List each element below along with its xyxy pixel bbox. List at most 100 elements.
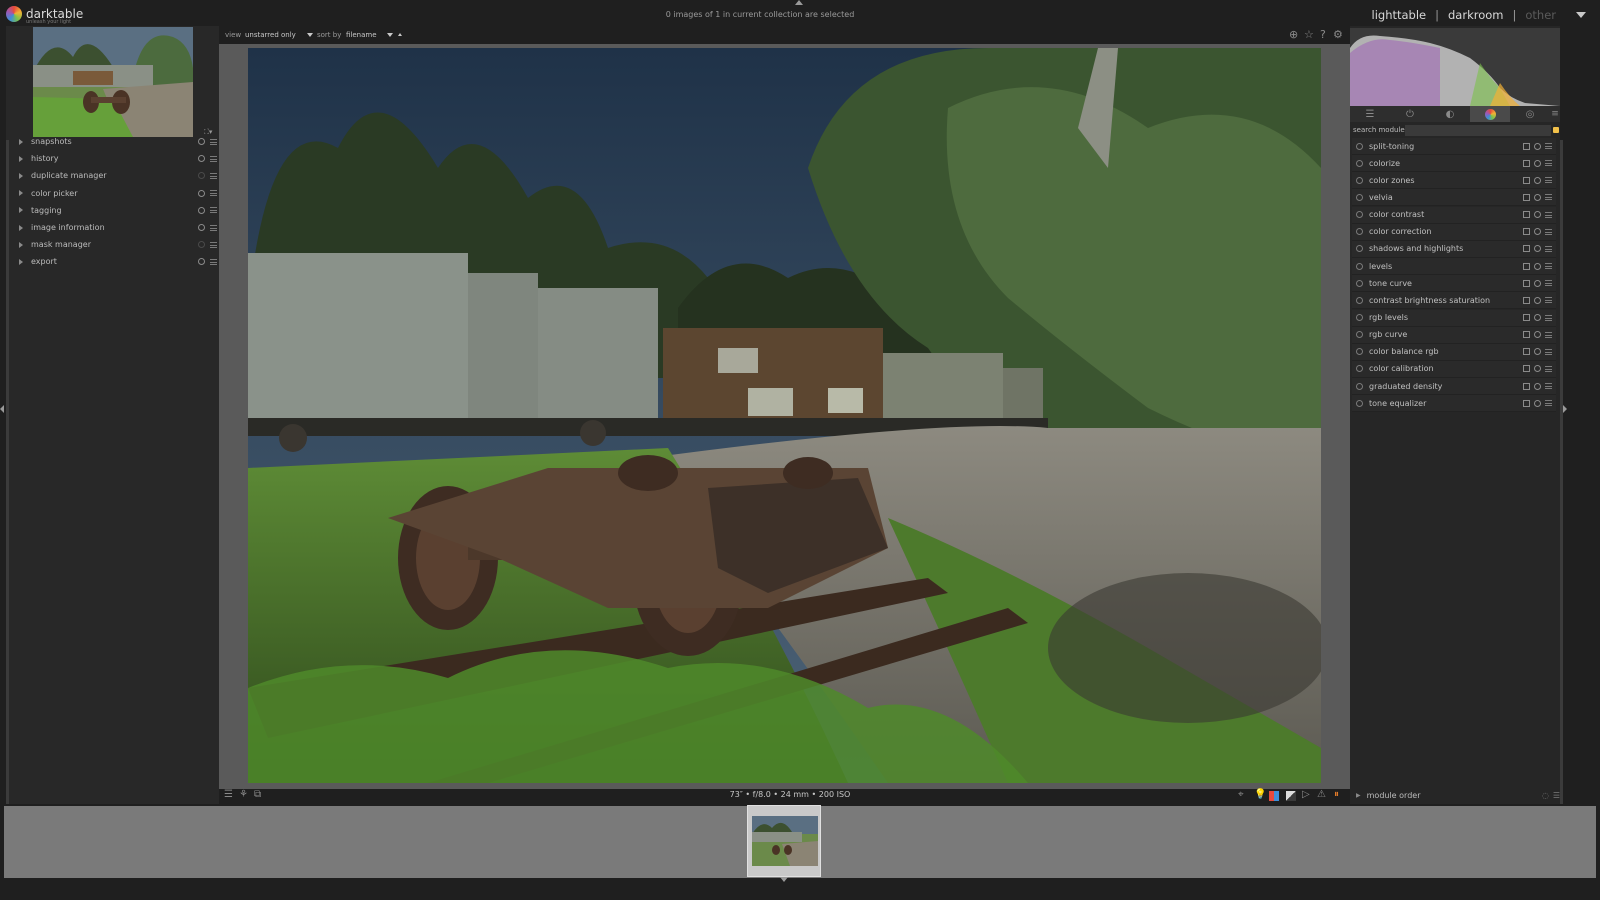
reset-icon[interactable]	[1534, 296, 1541, 304]
left-module-color-picker[interactable]: color picker	[14, 185, 219, 202]
left-module-image-information[interactable]: image information	[14, 219, 219, 236]
presets-icon[interactable]	[1545, 314, 1552, 321]
multi-instance-icon[interactable]	[1523, 314, 1530, 321]
power-icon[interactable]	[1356, 348, 1363, 356]
reset-icon[interactable]	[1534, 245, 1541, 253]
collapse-filmstrip-icon[interactable]	[780, 877, 788, 882]
reset-icon[interactable]	[198, 172, 205, 180]
multi-instance-icon[interactable]	[1523, 142, 1530, 150]
power-icon[interactable]	[1356, 314, 1363, 321]
left-module-duplicate-manager[interactable]: duplicate manager	[14, 167, 219, 184]
reset-icon[interactable]	[1534, 399, 1541, 407]
multi-instance-icon[interactable]	[1523, 262, 1530, 270]
collapse-top-panel-icon[interactable]	[795, 0, 803, 5]
multi-instance-icon[interactable]	[1523, 279, 1530, 287]
sort-by-dropdown[interactable]: filename	[346, 31, 377, 39]
presets-icon[interactable]	[1545, 245, 1552, 252]
power-icon[interactable]	[1356, 159, 1363, 167]
module-color-balance-rgb[interactable]: color balance rgb	[1352, 343, 1556, 361]
multi-instance-icon[interactable]	[1523, 399, 1530, 407]
multi-instance-icon[interactable]	[1523, 211, 1530, 219]
module-tone-curve[interactable]: tone curve	[1352, 275, 1556, 293]
reset-icon[interactable]	[1534, 228, 1541, 236]
power-icon[interactable]	[1356, 262, 1363, 270]
left-module-export[interactable]: export	[14, 253, 219, 270]
tab-effects[interactable]: ◎	[1510, 106, 1550, 122]
reset-icon[interactable]	[198, 189, 205, 197]
multi-instance-icon[interactable]	[1523, 348, 1530, 356]
left-module-history[interactable]: history	[14, 150, 219, 167]
reset-icon[interactable]	[1534, 193, 1541, 201]
presets-icon[interactable]	[1545, 297, 1552, 304]
presets-icon[interactable]	[1545, 331, 1552, 338]
left-panel-scrollbar[interactable]	[6, 140, 9, 818]
reset-icon[interactable]: ◌	[1542, 791, 1549, 800]
clear-search-icon[interactable]	[1553, 127, 1559, 133]
chevron-down-icon[interactable]	[387, 33, 393, 37]
module-color-contrast[interactable]: color contrast	[1352, 206, 1556, 224]
multi-instance-icon[interactable]	[1523, 228, 1530, 236]
gear-icon[interactable]: ⚙	[1333, 28, 1343, 41]
presets-icon[interactable]	[1545, 160, 1552, 167]
presets-icon[interactable]	[1545, 348, 1552, 355]
power-icon[interactable]	[1356, 176, 1363, 184]
reset-icon[interactable]	[1534, 176, 1541, 184]
module-shadows-and-highlights[interactable]: shadows and highlights	[1352, 240, 1556, 258]
presets-icon[interactable]	[1545, 143, 1552, 149]
left-module-mask-manager[interactable]: mask manager	[14, 236, 219, 253]
left-module-snapshots[interactable]: snapshots	[14, 133, 219, 150]
power-icon[interactable]	[1356, 142, 1363, 150]
tab-presets[interactable]: ≡	[1550, 106, 1560, 122]
chevron-down-icon[interactable]	[307, 33, 313, 37]
module-velvia[interactable]: velvia	[1352, 189, 1556, 207]
reset-icon[interactable]	[1534, 348, 1541, 356]
presets-icon[interactable]	[1545, 280, 1552, 287]
presets-icon[interactable]	[210, 190, 217, 197]
multi-instance-icon[interactable]	[1523, 193, 1530, 201]
gamut-check-icon[interactable]: ▷	[1302, 789, 1312, 800]
reset-icon[interactable]	[1534, 142, 1541, 150]
multi-instance-icon[interactable]	[1523, 382, 1530, 390]
histogram[interactable]	[1350, 28, 1560, 106]
power-icon[interactable]	[1356, 228, 1363, 236]
styles-icon[interactable]: ⚘	[239, 789, 249, 800]
presets-icon[interactable]	[210, 224, 217, 231]
focus-peaking-icon[interactable]: ⌖	[1238, 789, 1248, 800]
reset-icon[interactable]	[1534, 211, 1541, 219]
power-icon[interactable]	[1356, 245, 1363, 253]
module-tone-equalizer[interactable]: tone equalizer	[1352, 395, 1556, 413]
reset-icon[interactable]	[198, 138, 205, 145]
right-panel-scrollbar[interactable]	[1560, 140, 1563, 818]
presets-icon[interactable]	[1545, 228, 1552, 235]
module-color-correction[interactable]: color correction	[1352, 223, 1556, 241]
reset-icon[interactable]	[198, 224, 205, 231]
tab-quick-access[interactable]: ☰	[1350, 106, 1390, 122]
navigator-thumbnail[interactable]	[33, 27, 193, 137]
warning-icon[interactable]: ⚠	[1317, 789, 1327, 800]
tab-active-modules[interactable]: ⏻	[1390, 106, 1430, 122]
presets-icon[interactable]	[1545, 194, 1552, 201]
color-assessment-icon[interactable]	[1269, 791, 1279, 801]
view-darkroom[interactable]: darkroom	[1448, 8, 1503, 22]
reset-icon[interactable]	[198, 241, 205, 249]
reset-icon[interactable]	[1534, 279, 1541, 287]
module-rgb-curve[interactable]: rgb curve	[1352, 326, 1556, 344]
overexposure-icon[interactable]: ⏸	[1334, 789, 1344, 800]
presets-icon[interactable]	[210, 138, 217, 145]
presets-icon[interactable]	[210, 155, 217, 162]
help-icon[interactable]: ?	[1320, 28, 1326, 41]
view-lighttable[interactable]: lighttable	[1372, 8, 1427, 22]
multi-instance-icon[interactable]	[1523, 331, 1530, 339]
presets-icon[interactable]	[1545, 383, 1552, 390]
bulb-icon[interactable]: 💡	[1254, 789, 1266, 800]
power-icon[interactable]	[1356, 382, 1363, 390]
presets-icon[interactable]	[1545, 263, 1552, 270]
power-icon[interactable]	[1356, 296, 1363, 304]
module-split-toning[interactable]: split-toning	[1352, 138, 1556, 155]
presets-icon[interactable]	[210, 241, 217, 248]
view-other[interactable]: other	[1525, 8, 1556, 22]
multi-instance-icon[interactable]	[1523, 296, 1530, 304]
module-rgb-levels[interactable]: rgb levels	[1352, 309, 1556, 327]
quick-access-icon[interactable]: ☰	[224, 789, 234, 800]
reset-icon[interactable]	[198, 155, 205, 163]
